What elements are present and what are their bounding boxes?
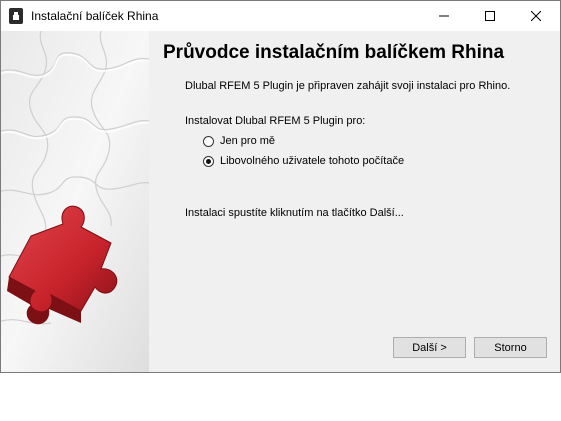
radio-all-users[interactable]: Libovolného uživatele tohoto počítače [203, 153, 404, 169]
radio-button[interactable] [203, 135, 214, 147]
start-hint-text: Instalaci spustíte kliknutím na tlačítko… [185, 207, 404, 219]
install-for-label: Instalovat Dlubal RFEM 5 Plugin pro: [185, 115, 366, 127]
next-button[interactable]: Další > [393, 337, 466, 358]
close-icon [531, 11, 541, 21]
maximize-icon [485, 11, 495, 21]
minimize-button[interactable] [421, 1, 467, 31]
puzzle-banner-image [1, 31, 149, 372]
puzzle-illustration [1, 31, 149, 372]
maximize-button[interactable] [467, 1, 513, 31]
window-title: Instalační balíček Rhina [31, 9, 159, 23]
app-icon [9, 8, 23, 24]
radio-button-selected[interactable] [203, 155, 214, 167]
radio-label: Libovolného uživatele tohoto počítače [220, 155, 405, 167]
title-bar[interactable]: Instalační balíček Rhina [1, 1, 560, 31]
radio-just-me[interactable]: Jen pro mě [203, 133, 275, 149]
wizard-content: Průvodce instalačním balíčkem Rhina Dlub… [149, 31, 560, 372]
minimize-icon [439, 15, 449, 17]
page-title: Průvodce instalačním balíčkem Rhina [163, 42, 505, 63]
close-button[interactable] [513, 1, 559, 31]
cancel-button[interactable]: Storno [474, 337, 547, 358]
installer-window: Instalační balíček Rhina Průvodce instal… [0, 0, 561, 373]
intro-text: Dlubal RFEM 5 Plugin je připraven zaháji… [185, 80, 511, 92]
radio-label: Jen pro mě [220, 135, 276, 147]
